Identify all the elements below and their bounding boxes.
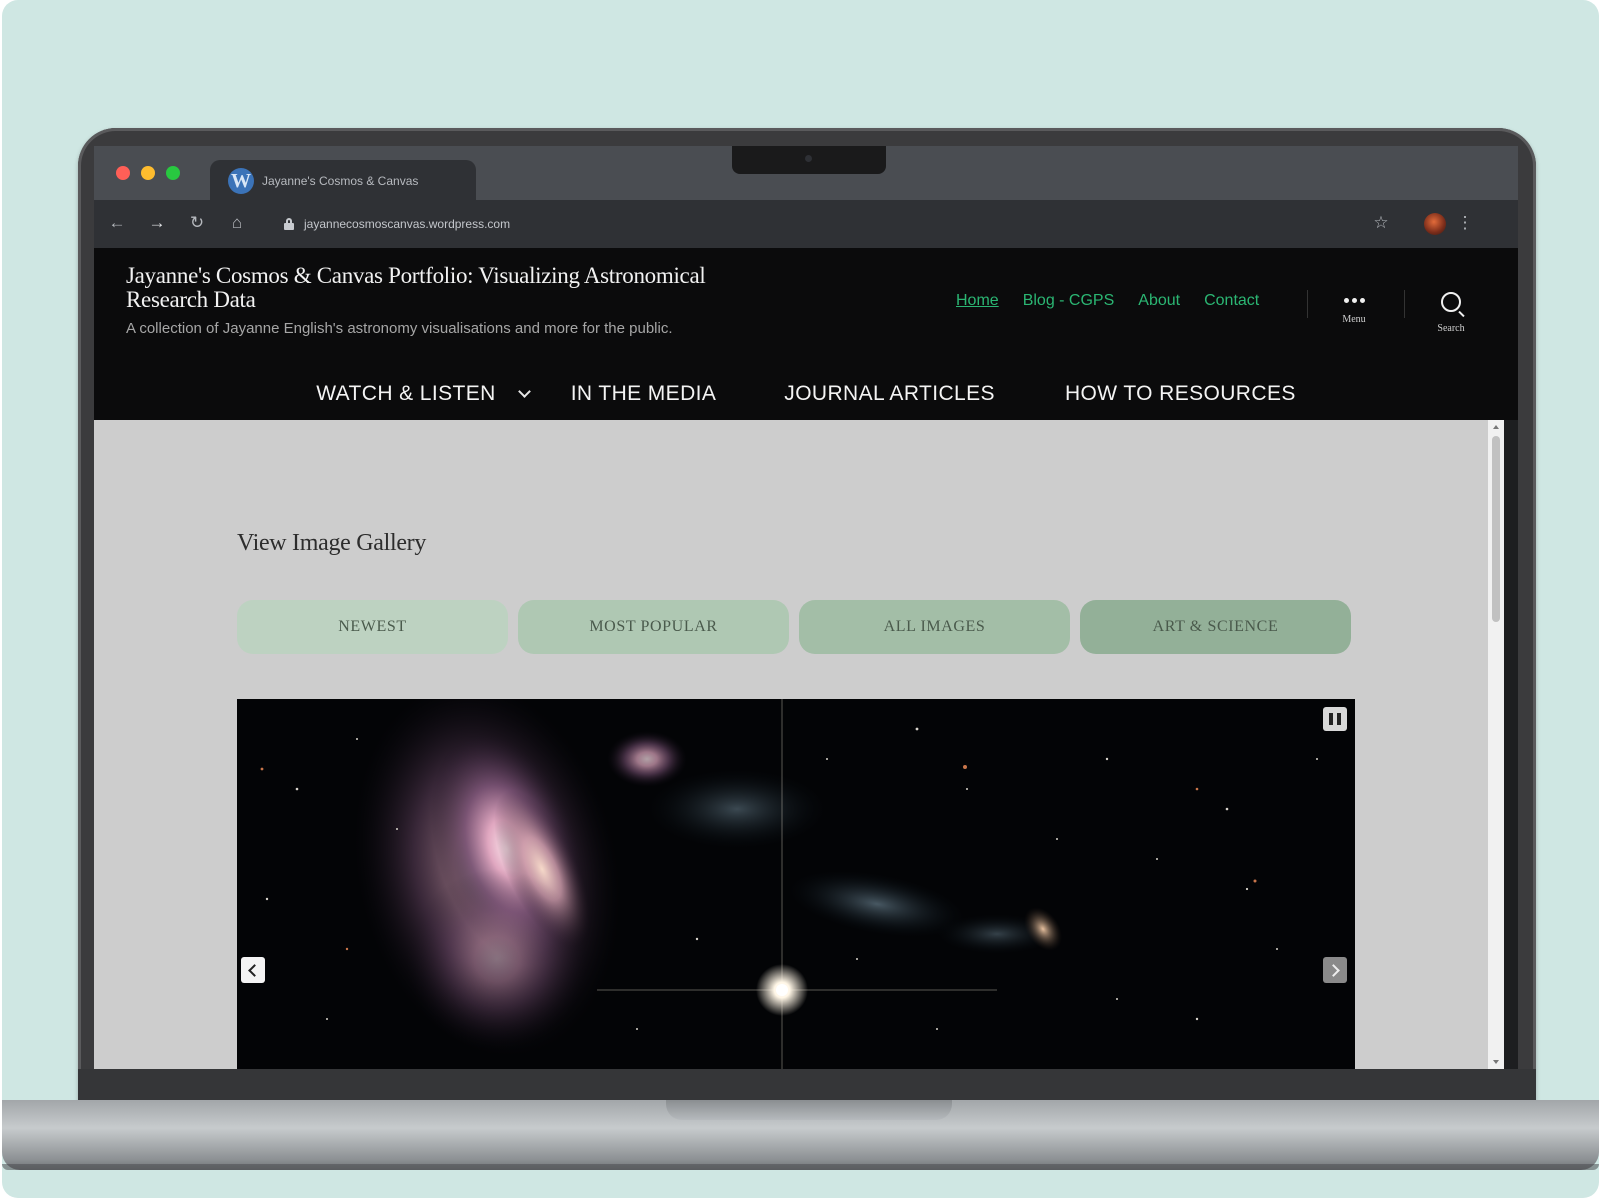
menu-button[interactable]: Menu [1324, 290, 1384, 325]
pause-button[interactable] [1323, 707, 1347, 731]
more-dots-icon [1343, 298, 1365, 303]
filter-all-images-button[interactable]: ALL IMAGES [799, 600, 1070, 654]
main-content: View Image Gallery NEWEST MOST POPULAR A… [94, 420, 1488, 1069]
search-icon [1441, 292, 1461, 312]
address-bar[interactable]: jayannecosmoscanvas.wordpress.com [274, 208, 1394, 240]
scroll-down-icon[interactable] [1493, 1060, 1499, 1064]
scroll-up-icon[interactable] [1493, 425, 1499, 429]
galaxy-image [237, 699, 1355, 1069]
chevron-down-icon[interactable] [517, 384, 531, 398]
main-nav-watch-listen[interactable]: WATCH & LISTEN [316, 382, 531, 406]
minimize-window-icon[interactable] [141, 166, 155, 180]
menu-label: Menu [1342, 314, 1366, 325]
screen-bezel-edge [1504, 420, 1518, 1069]
site-title[interactable]: Jayanne's Cosmos & Canvas Portfolio: Vis… [126, 264, 786, 312]
browser-toolbar: ← → ↻ ⌂ jayannecosmoscanvas.wordpress.co… [94, 200, 1518, 248]
url-text: jayannecosmoscanvas.wordpress.com [304, 217, 511, 231]
background-scene: W Jayanne's Cosmos & Canvas ← → ↻ ⌂ jaya… [2, 0, 1599, 1198]
search-button[interactable]: Search [1421, 290, 1481, 334]
gallery-filters: NEWEST MOST POPULAR ALL IMAGES ART & SCI… [237, 600, 1351, 654]
previous-slide-button[interactable] [241, 957, 265, 983]
main-nav-label: IN THE MEDIA [570, 382, 717, 405]
page-scrollbar[interactable] [1488, 420, 1504, 1069]
next-slide-button[interactable] [1323, 957, 1347, 983]
website: Jayanne's Cosmos & Canvas Portfolio: Vis… [94, 248, 1518, 1069]
nav-link-contact[interactable]: Contact [1204, 292, 1259, 310]
main-nav-label: JOURNAL ARTICLES [784, 382, 995, 405]
laptop-screen: W Jayanne's Cosmos & Canvas ← → ↻ ⌂ jaya… [94, 146, 1518, 1069]
main-nav-in-the-media[interactable]: IN THE MEDIA [571, 382, 717, 406]
main-nav-journal-articles[interactable]: JOURNAL ARTICLES [784, 382, 995, 406]
browser-tab[interactable]: W Jayanne's Cosmos & Canvas [210, 160, 476, 202]
maximize-window-icon[interactable] [166, 166, 180, 180]
header-divider [1404, 290, 1405, 318]
tab-title: Jayanne's Cosmos & Canvas [262, 174, 419, 188]
camera-icon [805, 155, 812, 162]
laptop-base-shadow [2, 1164, 1599, 1170]
site-description: A collection of Jayanne English's astron… [126, 320, 673, 337]
star-icon[interactable]: ☆ [1370, 212, 1392, 234]
nav-link-home[interactable]: Home [956, 292, 999, 310]
header-divider [1307, 290, 1308, 318]
laptop-base-notch [666, 1100, 952, 1120]
nav-link-blog-cgps[interactable]: Blog - CGPS [1023, 292, 1115, 310]
image-slideshow[interactable] [237, 699, 1355, 1069]
filter-most-popular-button[interactable]: MOST POPULAR [518, 600, 789, 654]
kebab-menu-icon[interactable]: ⋮ [1454, 212, 1476, 234]
main-nav-label: HOW TO RESOURCES [1064, 382, 1296, 405]
chevron-left-icon [248, 963, 261, 977]
laptop-hinge [78, 1069, 1536, 1100]
main-nav-how-to-resources[interactable]: HOW TO RESOURCES [1065, 382, 1296, 406]
lock-icon [284, 218, 294, 230]
close-window-icon[interactable] [116, 166, 130, 180]
main-navigation: WATCH & LISTEN IN THE MEDIA JOURNAL ARTI… [94, 382, 1518, 406]
nav-link-about[interactable]: About [1138, 292, 1180, 310]
back-arrow-icon[interactable]: ← [106, 212, 128, 234]
wordpress-icon: W [228, 168, 254, 194]
profile-avatar[interactable] [1424, 213, 1446, 235]
top-navigation: Home Blog - CGPS About Contact [956, 292, 1259, 310]
home-icon[interactable]: ⌂ [226, 212, 248, 234]
filter-art-science-button[interactable]: ART & SCIENCE [1080, 600, 1351, 654]
site-header: Jayanne's Cosmos & Canvas Portfolio: Vis… [94, 248, 1518, 420]
filter-newest-button[interactable]: NEWEST [237, 600, 508, 654]
scrollbar-thumb[interactable] [1492, 436, 1500, 622]
gallery-heading: View Image Gallery [237, 530, 427, 556]
main-nav-label: WATCH & LISTEN [316, 382, 496, 405]
forward-arrow-icon[interactable]: → [146, 212, 168, 234]
chevron-right-icon [1327, 963, 1340, 977]
reload-icon[interactable]: ↻ [186, 212, 208, 234]
search-label: Search [1437, 323, 1465, 334]
